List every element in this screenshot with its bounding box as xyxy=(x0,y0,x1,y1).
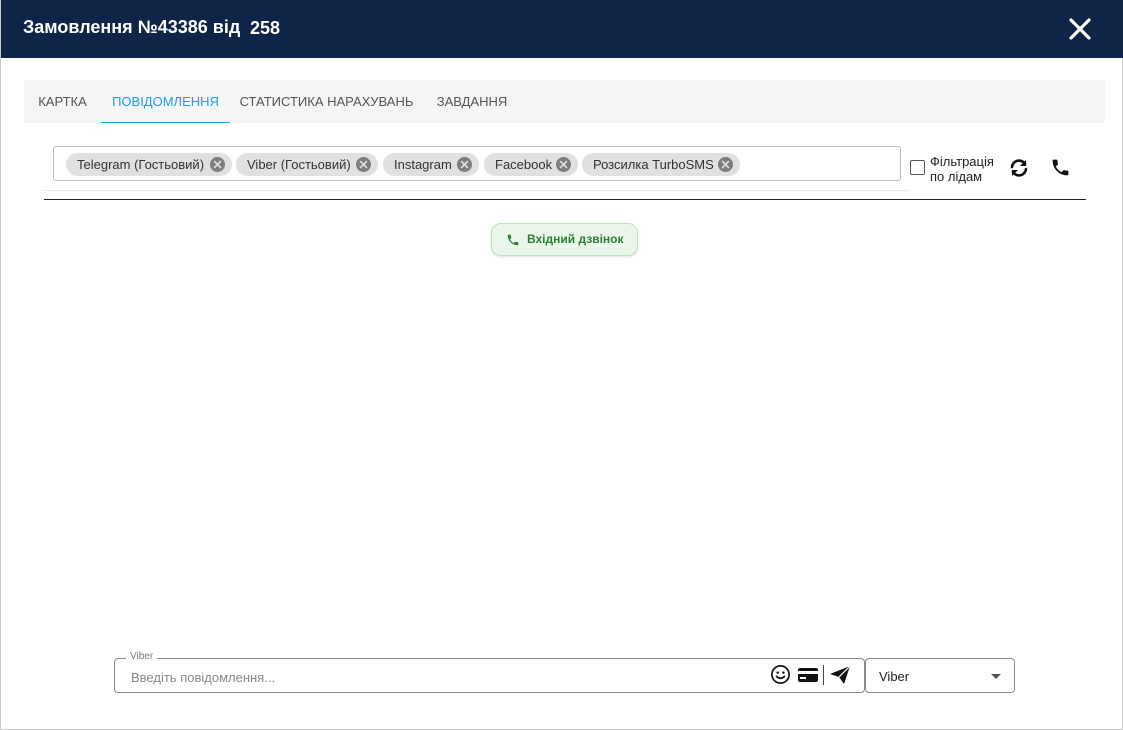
chip-label: Telegram (Гостьовий) xyxy=(77,157,205,172)
lead-filter-checkbox[interactable] xyxy=(910,160,925,175)
lead-filter-label-line1: Фільтрація xyxy=(930,154,994,169)
channel-select[interactable]: Viber xyxy=(865,658,1015,693)
message-field-legend: Viber xyxy=(126,651,158,662)
tab-bar: КАРТКА ПОВІДОМЛЕННЯ СТАТИСТИКА НАРАХУВАН… xyxy=(24,80,1105,123)
send-button[interactable] xyxy=(829,665,851,685)
refresh-icon xyxy=(1010,159,1028,177)
payment-card-button[interactable] xyxy=(797,666,819,684)
order-dialog: Замовлення №43386 від 258 КАРТКА ПОВІДОМ… xyxy=(0,0,1123,730)
paper-plane-icon xyxy=(830,665,851,684)
incoming-call-label: Вхідний дзвінок xyxy=(527,232,624,246)
tab-card[interactable]: КАРТКА xyxy=(24,80,101,123)
call-button[interactable] xyxy=(1050,157,1071,178)
chip-label: Facebook xyxy=(495,157,553,172)
chip-remove-icon[interactable] xyxy=(718,157,733,172)
channel-chip-turbosms: Розсилка TurboSMS xyxy=(582,153,740,176)
smiley-icon xyxy=(771,665,790,684)
tab-messages[interactable]: ПОВІДОМЛЕННЯ xyxy=(101,80,230,123)
chip-remove-icon[interactable] xyxy=(356,157,371,172)
chip-remove-icon[interactable] xyxy=(556,157,571,172)
chip-label: Instagram xyxy=(394,157,452,172)
section-divider xyxy=(44,199,1086,200)
channel-chip-facebook: Facebook xyxy=(484,153,578,176)
channel-chip-viber: Viber (Гостьовий) xyxy=(236,153,378,176)
chip-label: Розсилка TurboSMS xyxy=(593,157,714,172)
dialog-title: Замовлення №43386 від xyxy=(23,17,241,37)
channel-filter-input[interactable]: Telegram (Гостьовий) Viber (Гостьовий) I… xyxy=(53,146,901,181)
chip-remove-icon[interactable] xyxy=(457,157,472,172)
chip-label: Viber (Гостьовий) xyxy=(247,157,351,172)
phone-icon xyxy=(507,234,519,246)
order-number: 258 xyxy=(250,18,281,38)
lead-filter-label: Фільтрація по лідам xyxy=(930,154,1000,184)
emoji-button[interactable] xyxy=(770,664,791,685)
dialog-header: Замовлення №43386 від 258 xyxy=(1,0,1123,58)
lead-filter-label-line2: по лідам xyxy=(930,169,983,184)
tab-tasks[interactable]: ЗАВДАННЯ xyxy=(423,80,521,123)
close-button[interactable] xyxy=(1065,14,1095,44)
credit-card-icon xyxy=(798,668,818,682)
channel-chip-telegram: Telegram (Гостьовий) xyxy=(66,153,232,176)
close-icon xyxy=(1069,18,1091,40)
incoming-call-event: Вхідний дзвінок xyxy=(491,223,638,256)
chip-remove-icon[interactable] xyxy=(210,157,225,172)
caret-down-icon xyxy=(991,674,1001,679)
refresh-button[interactable] xyxy=(1008,157,1030,179)
tab-accrual-stats[interactable]: СТАТИСТИКА НАРАХУВАНЬ xyxy=(230,80,423,123)
composer-divider xyxy=(823,665,824,685)
phone-icon xyxy=(1052,159,1069,176)
channel-chip-instagram: Instagram xyxy=(383,153,479,176)
filter-divider xyxy=(44,190,910,191)
message-input[interactable] xyxy=(131,667,751,687)
channel-select-value: Viber xyxy=(879,669,910,684)
